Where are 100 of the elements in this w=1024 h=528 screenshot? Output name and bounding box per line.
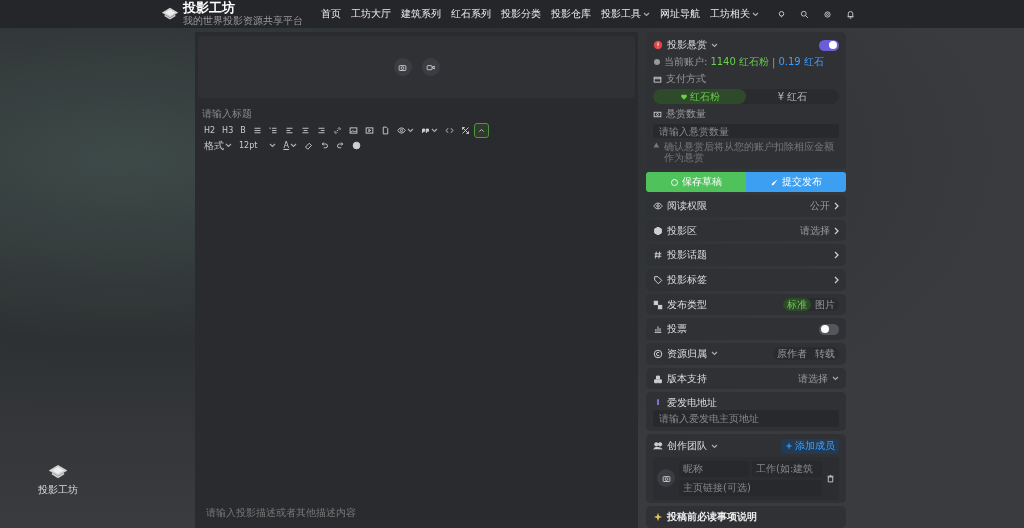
plus-icon xyxy=(785,442,793,451)
bullet-list-icon xyxy=(252,126,262,135)
video-embed-button[interactable] xyxy=(362,124,376,137)
setting-row[interactable]: 版本支持 请选择 xyxy=(646,367,846,390)
image-button[interactable] xyxy=(346,124,360,137)
team-title: 创作团队 xyxy=(667,439,707,454)
format-button[interactable]: B xyxy=(238,124,248,137)
segment-option[interactable]: 标准 xyxy=(783,298,811,312)
eye-icon xyxy=(396,126,406,135)
description-field[interactable]: 请输入投影描述或者其他描述内容 xyxy=(206,506,506,522)
separator-text: | xyxy=(772,56,776,68)
search-icon[interactable] xyxy=(800,9,809,19)
setting-label: 阅读权限 xyxy=(667,198,707,213)
caret-icon xyxy=(406,128,414,133)
file-icon xyxy=(380,126,390,135)
setting-row[interactable]: 投影区 请选择 xyxy=(646,219,846,242)
balance-label: 当前账户: xyxy=(664,55,708,69)
bulb-icon[interactable] xyxy=(777,9,786,19)
guide-title: 投稿前必读事项说明 xyxy=(667,510,757,525)
format-button[interactable]: H2 xyxy=(202,124,218,137)
bounty-icon xyxy=(653,40,663,50)
video-embed-icon xyxy=(364,126,374,135)
settings-icon[interactable] xyxy=(823,9,832,19)
setting-label: 版本支持 xyxy=(667,371,707,386)
cubes-icon xyxy=(653,373,663,384)
chevron-up-icon xyxy=(476,126,486,135)
input-field[interactable]: 请输入爱发电主页地址 xyxy=(653,410,839,428)
caret-icon xyxy=(711,42,718,48)
side-logo-label: 投影工坊 xyxy=(38,483,78,497)
visibility-button[interactable] xyxy=(394,124,416,137)
camera-button[interactable] xyxy=(393,58,412,76)
nav-link[interactable]: 红石系列 xyxy=(451,7,491,21)
team-icon xyxy=(653,441,663,452)
setting-label: 投影标签 xyxy=(667,272,707,287)
toggle-switch[interactable] xyxy=(819,39,839,51)
font-size-dropdown[interactable]: 12pt xyxy=(237,139,279,152)
nav-link[interactable]: 投影分类 xyxy=(501,7,541,21)
trash-icon[interactable] xyxy=(826,473,835,483)
payment-option[interactable]: 红石粉 xyxy=(653,89,746,104)
caret-icon xyxy=(711,443,718,449)
setting-label: 发布类型 xyxy=(667,297,707,312)
format-dropdown[interactable]: 格式 xyxy=(202,139,234,152)
segment-option[interactable]: 图片 xyxy=(811,298,839,312)
homepage-input[interactable]: 主页链接(可选) xyxy=(679,479,822,496)
rocket-icon xyxy=(770,177,779,187)
card-icon xyxy=(653,74,662,84)
payment-option[interactable]: ¥ 红石 xyxy=(746,89,839,104)
nickname-input[interactable]: 昵称 xyxy=(679,460,749,477)
nav-link[interactable]: 投影工具 xyxy=(601,7,650,21)
setting-row[interactable]: 投影话题 xyxy=(646,244,846,267)
chevron-right-icon xyxy=(834,201,839,210)
amount-input[interactable]: 请输入悬赏数量 xyxy=(653,124,839,139)
chevron-right-icon xyxy=(834,275,839,284)
stone-balance: 0.19 红石 xyxy=(778,55,824,69)
align-center-icon xyxy=(300,126,310,135)
collapse-button[interactable] xyxy=(474,124,488,137)
bar-chart-icon xyxy=(653,324,663,335)
caret-icon xyxy=(832,376,839,382)
dust-balance: 1140 红石粉 xyxy=(710,55,769,69)
redo-icon xyxy=(335,141,345,150)
nav-link[interactable]: 建筑系列 xyxy=(401,7,441,21)
eye-icon xyxy=(653,200,663,211)
caret-icon xyxy=(269,143,277,148)
nav-link[interactable]: 工坊大厅 xyxy=(351,7,391,21)
nav-link[interactable]: 工坊相关 xyxy=(710,7,759,21)
copyright-icon xyxy=(653,348,663,359)
setting-label: 爱发电地址 xyxy=(667,396,717,411)
format-button[interactable]: H3 xyxy=(220,124,236,137)
nav-link[interactable]: 投影仓库 xyxy=(551,7,591,21)
font-color-button[interactable]: A xyxy=(281,139,299,152)
nav-link[interactable]: 首页 xyxy=(321,7,341,21)
bell-icon[interactable] xyxy=(846,9,855,19)
segment-option[interactable]: 转载 xyxy=(811,347,839,361)
code-icon xyxy=(444,126,454,135)
role-input[interactable]: 工作(如:建筑 xyxy=(752,460,822,477)
logo-subtitle: 我的世界投影资源共享平台 xyxy=(183,14,303,28)
grid-icon xyxy=(653,299,663,310)
segment-option[interactable]: 原作者 xyxy=(773,347,811,361)
hash-icon xyxy=(653,250,663,261)
title-input[interactable]: 请输入标题 xyxy=(202,108,402,119)
caret-icon xyxy=(430,128,438,133)
avatar-upload-button[interactable] xyxy=(657,469,675,488)
amount-icon xyxy=(653,109,662,119)
caret-icon xyxy=(289,143,297,148)
caret-icon xyxy=(225,143,232,148)
fullscreen-icon xyxy=(460,126,470,135)
setting-label: 投票 xyxy=(667,322,687,337)
warning-icon xyxy=(653,141,660,150)
toggle-switch[interactable] xyxy=(819,323,839,335)
video-button[interactable] xyxy=(421,58,440,76)
video-icon xyxy=(426,62,435,72)
eraser-icon xyxy=(303,141,313,150)
setting-row[interactable]: 投影标签 xyxy=(646,269,846,291)
add-member-button[interactable]: 添加成员 xyxy=(781,438,839,454)
setting-value: 请选择 xyxy=(800,223,830,238)
setting-row[interactable]: 阅读权限 公开 xyxy=(646,195,846,217)
setting-value: 公开 xyxy=(810,198,830,213)
camera-icon xyxy=(661,473,671,483)
camera-icon xyxy=(398,62,407,72)
nav-link[interactable]: 网址导航 xyxy=(660,7,700,21)
